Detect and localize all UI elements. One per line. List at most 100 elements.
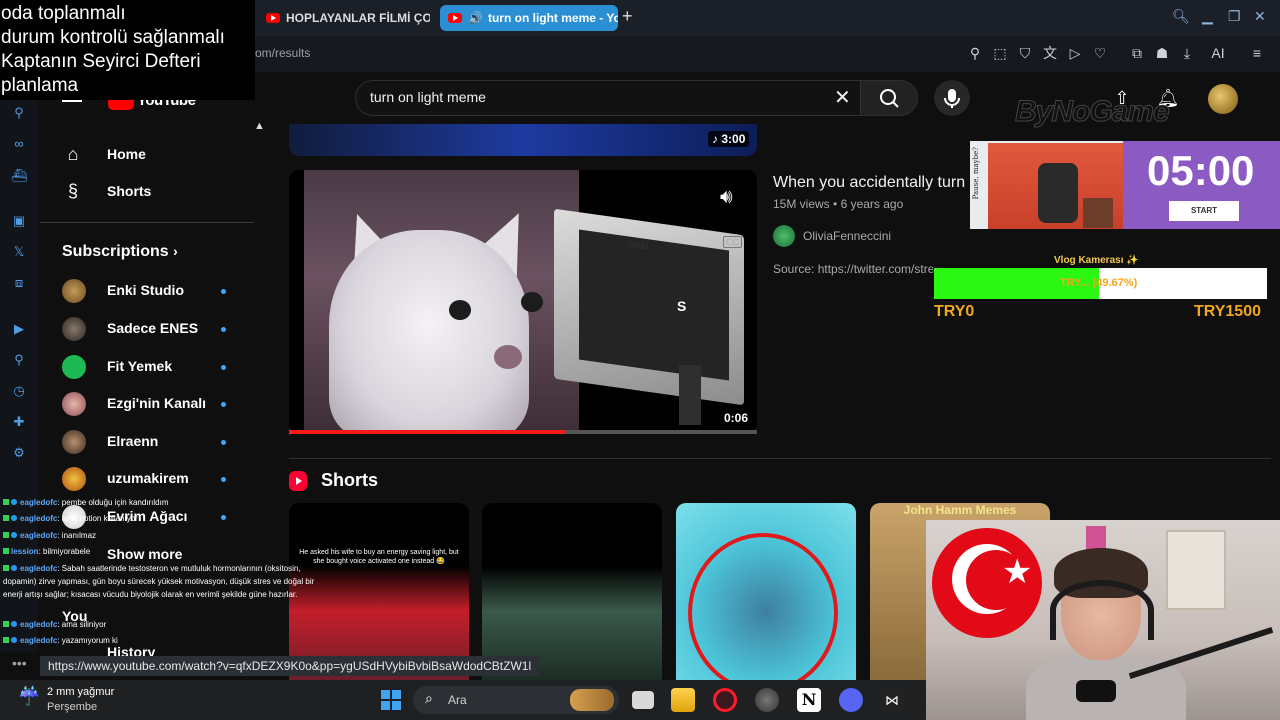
screenshot-icon[interactable]: ⬚ — [991, 44, 1009, 62]
account-avatar[interactable] — [1208, 84, 1238, 114]
shorts-logo-icon — [289, 471, 307, 491]
minimize-icon[interactable]: ▁ — [1202, 8, 1213, 25]
home-icon[interactable]: ⌂ — [62, 143, 84, 165]
video-thumbnail[interactable]: S onda — [289, 170, 757, 434]
channel-avatar[interactable] — [773, 225, 795, 247]
task-view-icon[interactable] — [632, 691, 654, 709]
taskbar-search-input[interactable]: Ara — [448, 693, 467, 707]
tab-turn-on-light-meme[interactable]: 🔊 turn on light meme - Yo ✕ — [440, 5, 618, 31]
collapse-chevron-icon[interactable]: ▲ — [254, 120, 265, 132]
glasses-icon[interactable]: ∞ — [10, 135, 28, 153]
tab-label: turn on light meme - Yo — [487, 11, 618, 25]
player-icon[interactable]: ▶ — [10, 320, 28, 338]
history-icon[interactable]: ◷ — [10, 382, 28, 400]
app-icon[interactable]: ⋈ — [880, 688, 904, 712]
sub-badge-icon — [11, 499, 17, 505]
note-line: Kaptanın Seyirci Defteri — [1, 51, 201, 72]
chat-message: eagledofc: Sabah saatlerinde testosteron… — [3, 564, 315, 599]
captions-icon[interactable]: CC — [723, 236, 742, 248]
mod-badge-icon — [3, 499, 9, 505]
more-icon[interactable]: ••• — [12, 655, 27, 671]
subscription-item[interactable]: Ezgi'nin Kanalı — [107, 395, 206, 411]
shield-icon[interactable]: ⛉ — [1016, 44, 1034, 62]
subscription-item[interactable]: Elraenn — [107, 433, 158, 449]
goal-progress-text: TRY... (49.67%) — [1060, 277, 1138, 289]
pin2-icon[interactable]: ⚲ — [10, 351, 28, 369]
hamburger-menu-icon[interactable] — [62, 100, 82, 102]
subscription-item[interactable]: uzumakirem — [107, 470, 189, 486]
voice-search-button[interactable] — [934, 80, 970, 116]
file-explorer-icon[interactable] — [671, 688, 695, 712]
translate-icon[interactable]: 文 — [1041, 44, 1059, 62]
twitch-icon[interactable]: ▣ — [10, 212, 28, 230]
duration-badge: 0:06 — [720, 410, 753, 426]
subscription-item[interactable]: Fit Yemek — [107, 358, 172, 374]
heart-icon[interactable]: ♡ — [1091, 44, 1109, 62]
new-tab-button[interactable]: + — [622, 6, 633, 27]
red-circle-mark — [688, 533, 838, 683]
video-thumbnail[interactable] — [289, 124, 757, 156]
translate-app-icon[interactable]: ⧈ — [10, 274, 28, 292]
close-window-icon[interactable]: ✕ — [1254, 8, 1266, 25]
sub-badge-icon — [11, 515, 17, 521]
subscription-item[interactable]: Sadece ENES — [107, 320, 198, 336]
channel-name[interactable]: OliviaFenneccini — [803, 229, 891, 243]
avatar — [62, 392, 86, 416]
menu-icon[interactable]: ≡ — [1248, 44, 1266, 62]
rain-cloud-icon[interactable]: ☔ — [18, 686, 40, 707]
duration-badge: ♪ 3:00 — [708, 131, 750, 147]
search-input[interactable]: turn on light meme — [370, 89, 486, 105]
url-field[interactable]: om/results — [255, 46, 310, 60]
profile-icon[interactable]: ☗ — [1153, 44, 1171, 62]
youtube-favicon-icon — [448, 13, 462, 23]
search-button[interactable] — [860, 80, 918, 116]
subscription-item[interactable]: Enki Studio — [107, 282, 184, 298]
painting-caption: Pause, maybe? — [972, 147, 980, 200]
cat-eye — [449, 300, 471, 320]
chat-message: lession: bilmiyorabele — [3, 545, 90, 558]
note-line: durum kontrolü sağlanmalı — [1, 27, 225, 48]
section-divider — [289, 458, 1271, 459]
sidebar-item-home[interactable]: Home — [107, 146, 146, 162]
opera-gx-icon[interactable] — [713, 688, 737, 712]
cat-eye — [521, 292, 543, 312]
avatar — [62, 317, 86, 341]
show-more-button[interactable]: Show more — [107, 546, 182, 562]
notion-icon[interactable]: N — [797, 688, 821, 712]
goal-title: Vlog Kamerası ✨ — [1054, 255, 1139, 266]
discord-icon[interactable] — [839, 688, 863, 712]
ai-icon[interactable]: AI — [1203, 44, 1233, 62]
volume-icon[interactable]: 🔊︎ — [720, 186, 733, 209]
tab-hoplayanlar[interactable]: HOPLAYANLAR FİLMİ ÇOK — [258, 5, 430, 31]
shorts-section-title: Shorts — [321, 470, 379, 490]
weather-text[interactable]: 2 mm yağmur — [47, 686, 114, 698]
settings-icon[interactable]: ⚙ — [10, 444, 28, 462]
puzzle-icon[interactable]: ✚ — [10, 413, 28, 431]
obs-icon[interactable] — [755, 688, 779, 712]
short-thumbnail[interactable] — [676, 503, 856, 683]
windows-start-icon[interactable] — [381, 690, 401, 710]
video-title[interactable]: When you accidentally turn — [773, 174, 973, 192]
pin-icon[interactable]: ⚲ — [966, 44, 984, 62]
mod-badge-icon — [3, 621, 9, 627]
x-icon[interactable]: 𝕏 — [10, 243, 28, 261]
new-content-dot — [221, 402, 226, 407]
weather-day[interactable]: Perşembe — [47, 701, 97, 713]
video-meta: 15M views • 6 years ago — [773, 197, 904, 211]
subscriptions-header[interactable]: Subscriptions › — [62, 243, 178, 261]
shorts-icon[interactable]: § — [62, 180, 84, 202]
mod-badge-icon — [3, 548, 9, 554]
sidebar-item-shorts[interactable]: Shorts — [107, 183, 151, 199]
play-icon[interactable]: ▷ — [1066, 44, 1084, 62]
timer-start-button[interactable]: START — [1169, 201, 1239, 221]
avatar — [62, 355, 86, 379]
boat-icon[interactable]: ⛴ — [10, 167, 28, 185]
extensions-icon[interactable]: ⧉ — [1128, 44, 1146, 62]
chat-message: eagledofc: inanılmaz — [3, 529, 96, 542]
search-icon — [880, 89, 899, 108]
clear-search-icon[interactable]: ✕ — [834, 85, 851, 110]
restore-icon[interactable]: ❐ — [1228, 8, 1241, 25]
download-icon[interactable]: ⤓ — [1178, 44, 1196, 62]
search-tabs-icon[interactable]: 🔍︎ — [1172, 8, 1190, 25]
pin-tool-icon[interactable]: ⚲ — [10, 104, 28, 122]
